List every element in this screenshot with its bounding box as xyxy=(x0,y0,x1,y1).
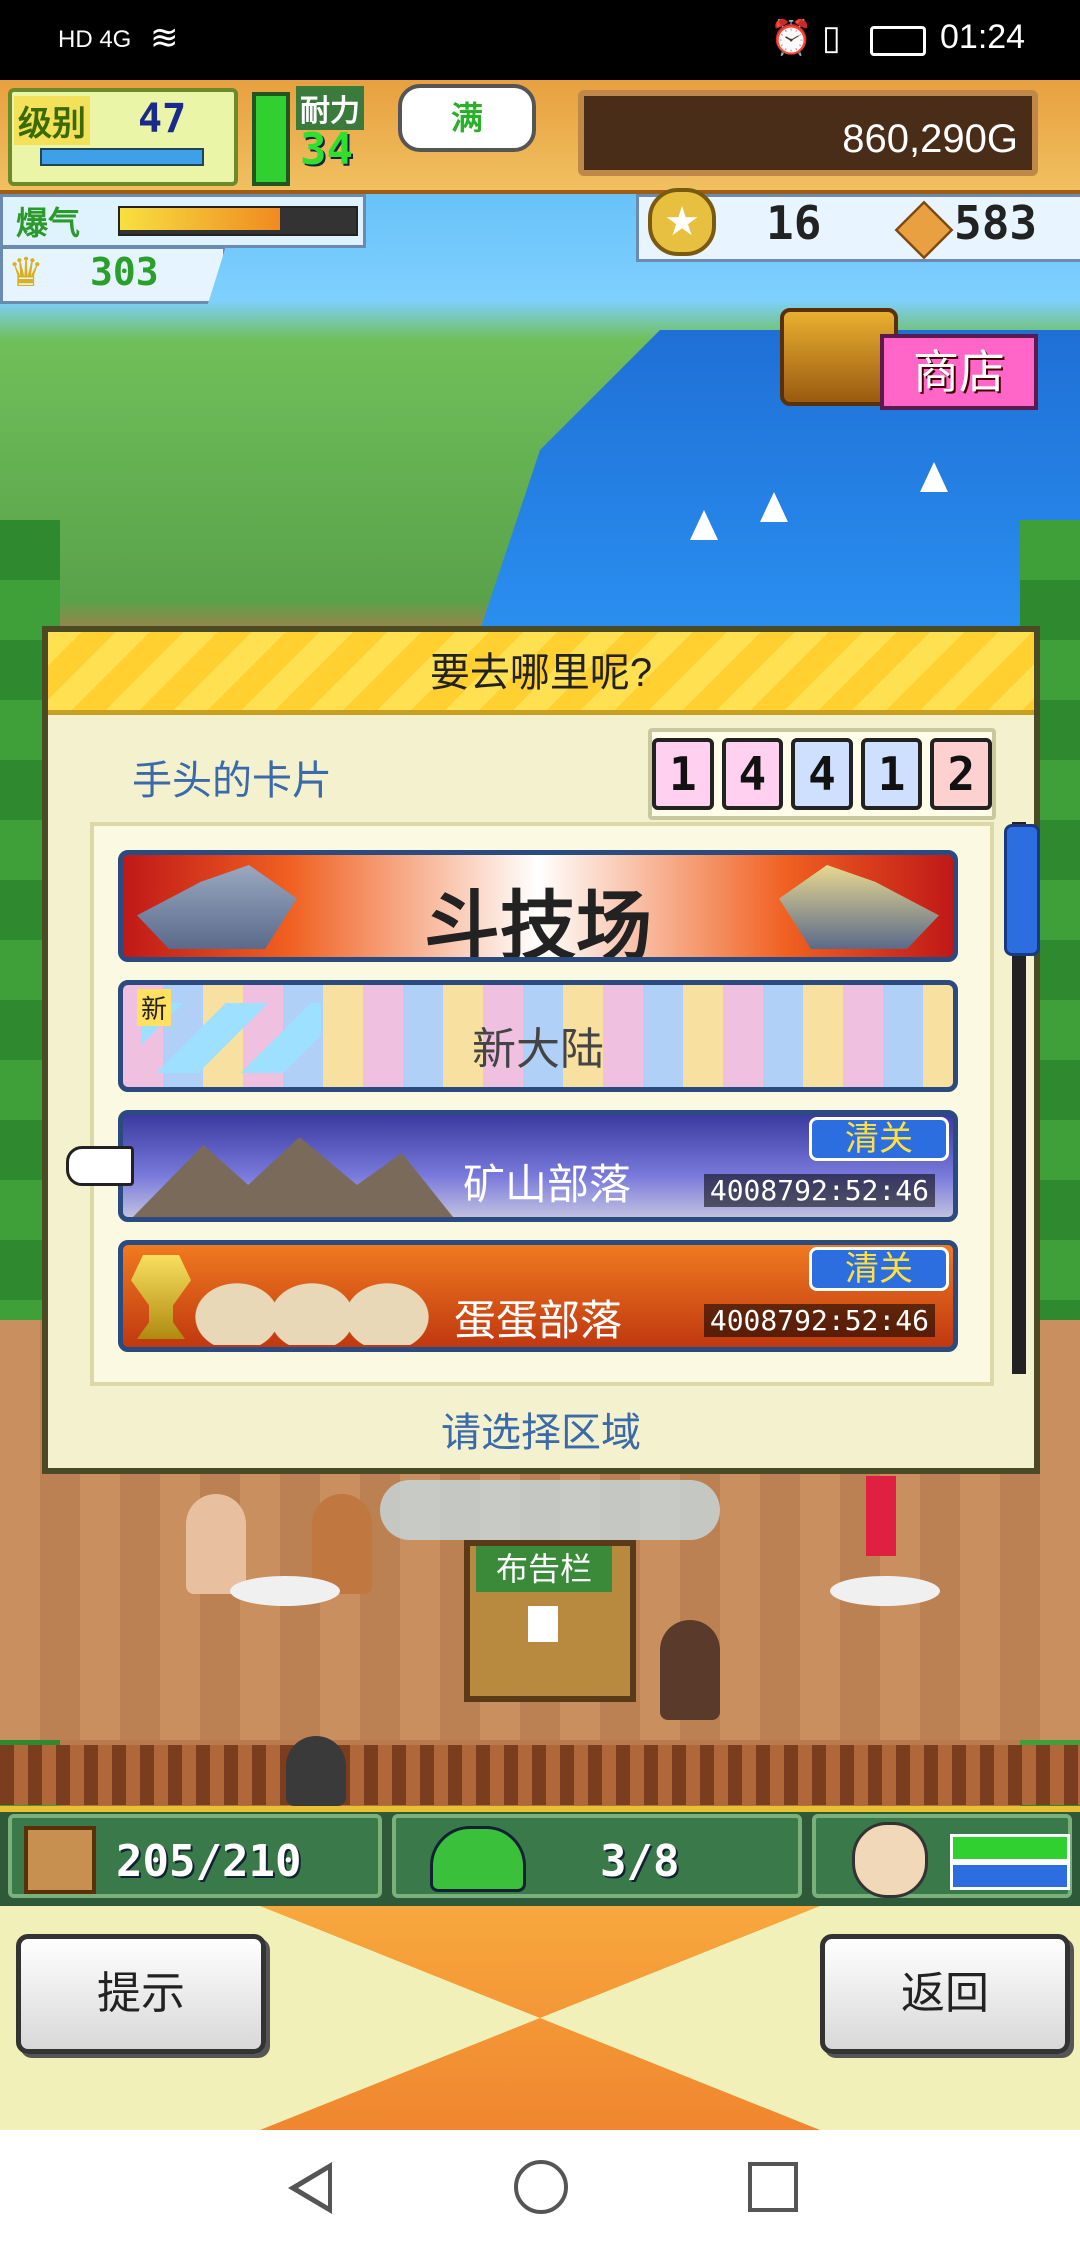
select-region-hint: 请选择区域 xyxy=(441,1411,641,1455)
beetle-icon xyxy=(430,1826,526,1892)
sailboat-icon xyxy=(690,510,718,540)
back-button[interactable]: 返回 xyxy=(820,1934,1070,2054)
wifi-icon: ≋ xyxy=(150,19,179,57)
money-display: 860,290G xyxy=(578,90,1038,176)
area-item-egg-tribe[interactable]: 蛋蛋部落 清关 4008792:52:46 xyxy=(118,1240,958,1352)
crown-icon: ♛ xyxy=(8,250,44,296)
area-time: 4008792:52:46 xyxy=(703,1304,935,1337)
stamina-bar xyxy=(252,92,290,186)
area-item-mine-tribe[interactable]: 矿山部落 清关 4008792:52:46 xyxy=(118,1110,958,1222)
fever-label: 爆气 xyxy=(16,204,81,242)
nav-recent-apps-icon[interactable] xyxy=(748,2162,798,2212)
card-slot: 4 xyxy=(721,738,784,810)
sailboat-icon xyxy=(760,492,788,522)
parasol xyxy=(866,1476,896,1556)
visitor-character xyxy=(286,1736,346,1806)
area-item-new-continent[interactable]: 新 新大陆 xyxy=(118,980,958,1092)
fence xyxy=(0,1745,1080,1805)
card-slot: 2 xyxy=(930,738,992,810)
area-time: 4008792:52:46 xyxy=(703,1174,935,1207)
bulletin-board-label: 布告栏 xyxy=(476,1546,612,1592)
level-progress-bar xyxy=(40,148,204,166)
cleared-badge: 清关 xyxy=(809,1117,949,1161)
nav-back-icon-inner xyxy=(298,2170,328,2206)
warehouse-count: 205/210 xyxy=(116,1836,302,1887)
level-value: 47 xyxy=(138,96,187,142)
medal-count: 16 xyxy=(766,196,822,250)
cafe-table xyxy=(230,1576,340,1606)
clock: 01:24 xyxy=(940,18,1026,56)
staff-count: 3/8 xyxy=(600,1836,680,1887)
network-indicator: HD 4G xyxy=(58,26,132,53)
fountain xyxy=(380,1480,720,1540)
staff-avatar-icon xyxy=(852,1822,928,1898)
area-name: 新大陆 xyxy=(472,1025,604,1074)
dialog-title: 要去哪里呢? xyxy=(429,651,653,695)
card-slot: 1 xyxy=(652,738,714,810)
staff-character xyxy=(660,1620,720,1720)
battery-icon xyxy=(870,26,926,56)
stamina-value: 34 xyxy=(300,124,353,175)
level-label: 级别 xyxy=(14,96,90,145)
stamina-full-bubble: 满 xyxy=(398,84,536,152)
card-slots: 1 4 4 1 2 xyxy=(648,728,996,820)
nav-home-icon[interactable] xyxy=(514,2160,568,2214)
hint-button[interactable]: 提示 xyxy=(16,1934,266,2054)
trophy-count: 303 xyxy=(90,250,159,294)
customer-character xyxy=(186,1494,246,1594)
cleared-badge: 清关 xyxy=(809,1247,949,1291)
crate-icon xyxy=(24,1826,96,1894)
card-slot: 1 xyxy=(860,738,923,810)
medal-icon: ★ xyxy=(648,188,716,256)
fever-bar-fill xyxy=(120,208,280,230)
stat-bar-green xyxy=(950,1834,1070,1862)
area-name: 斗技场 xyxy=(424,885,652,962)
mountains-icon xyxy=(133,1137,453,1217)
shop-button[interactable]: 商店 xyxy=(880,334,1038,410)
vibrate-icon: ▯ xyxy=(822,19,841,57)
status-bar: HD 4G ≋ ⏰ ▯ 01:24 xyxy=(0,0,1080,80)
area-item-arena[interactable]: 斗技场 xyxy=(118,850,958,962)
card-slot: 4 xyxy=(791,738,853,810)
alarm-icon: ⏰ xyxy=(770,19,813,57)
cards-label: 手头的卡片 xyxy=(132,759,332,803)
box-count: 583 xyxy=(954,196,1038,250)
scrollbar-thumb[interactable] xyxy=(1004,824,1040,956)
cafe-table xyxy=(830,1576,940,1606)
hand-pointer-icon xyxy=(66,1146,134,1186)
sailboat-icon xyxy=(920,462,948,492)
stat-bar-blue xyxy=(950,1862,1070,1890)
area-name: 矿山部落 xyxy=(463,1161,632,1208)
notice-paper-icon xyxy=(528,1606,558,1642)
